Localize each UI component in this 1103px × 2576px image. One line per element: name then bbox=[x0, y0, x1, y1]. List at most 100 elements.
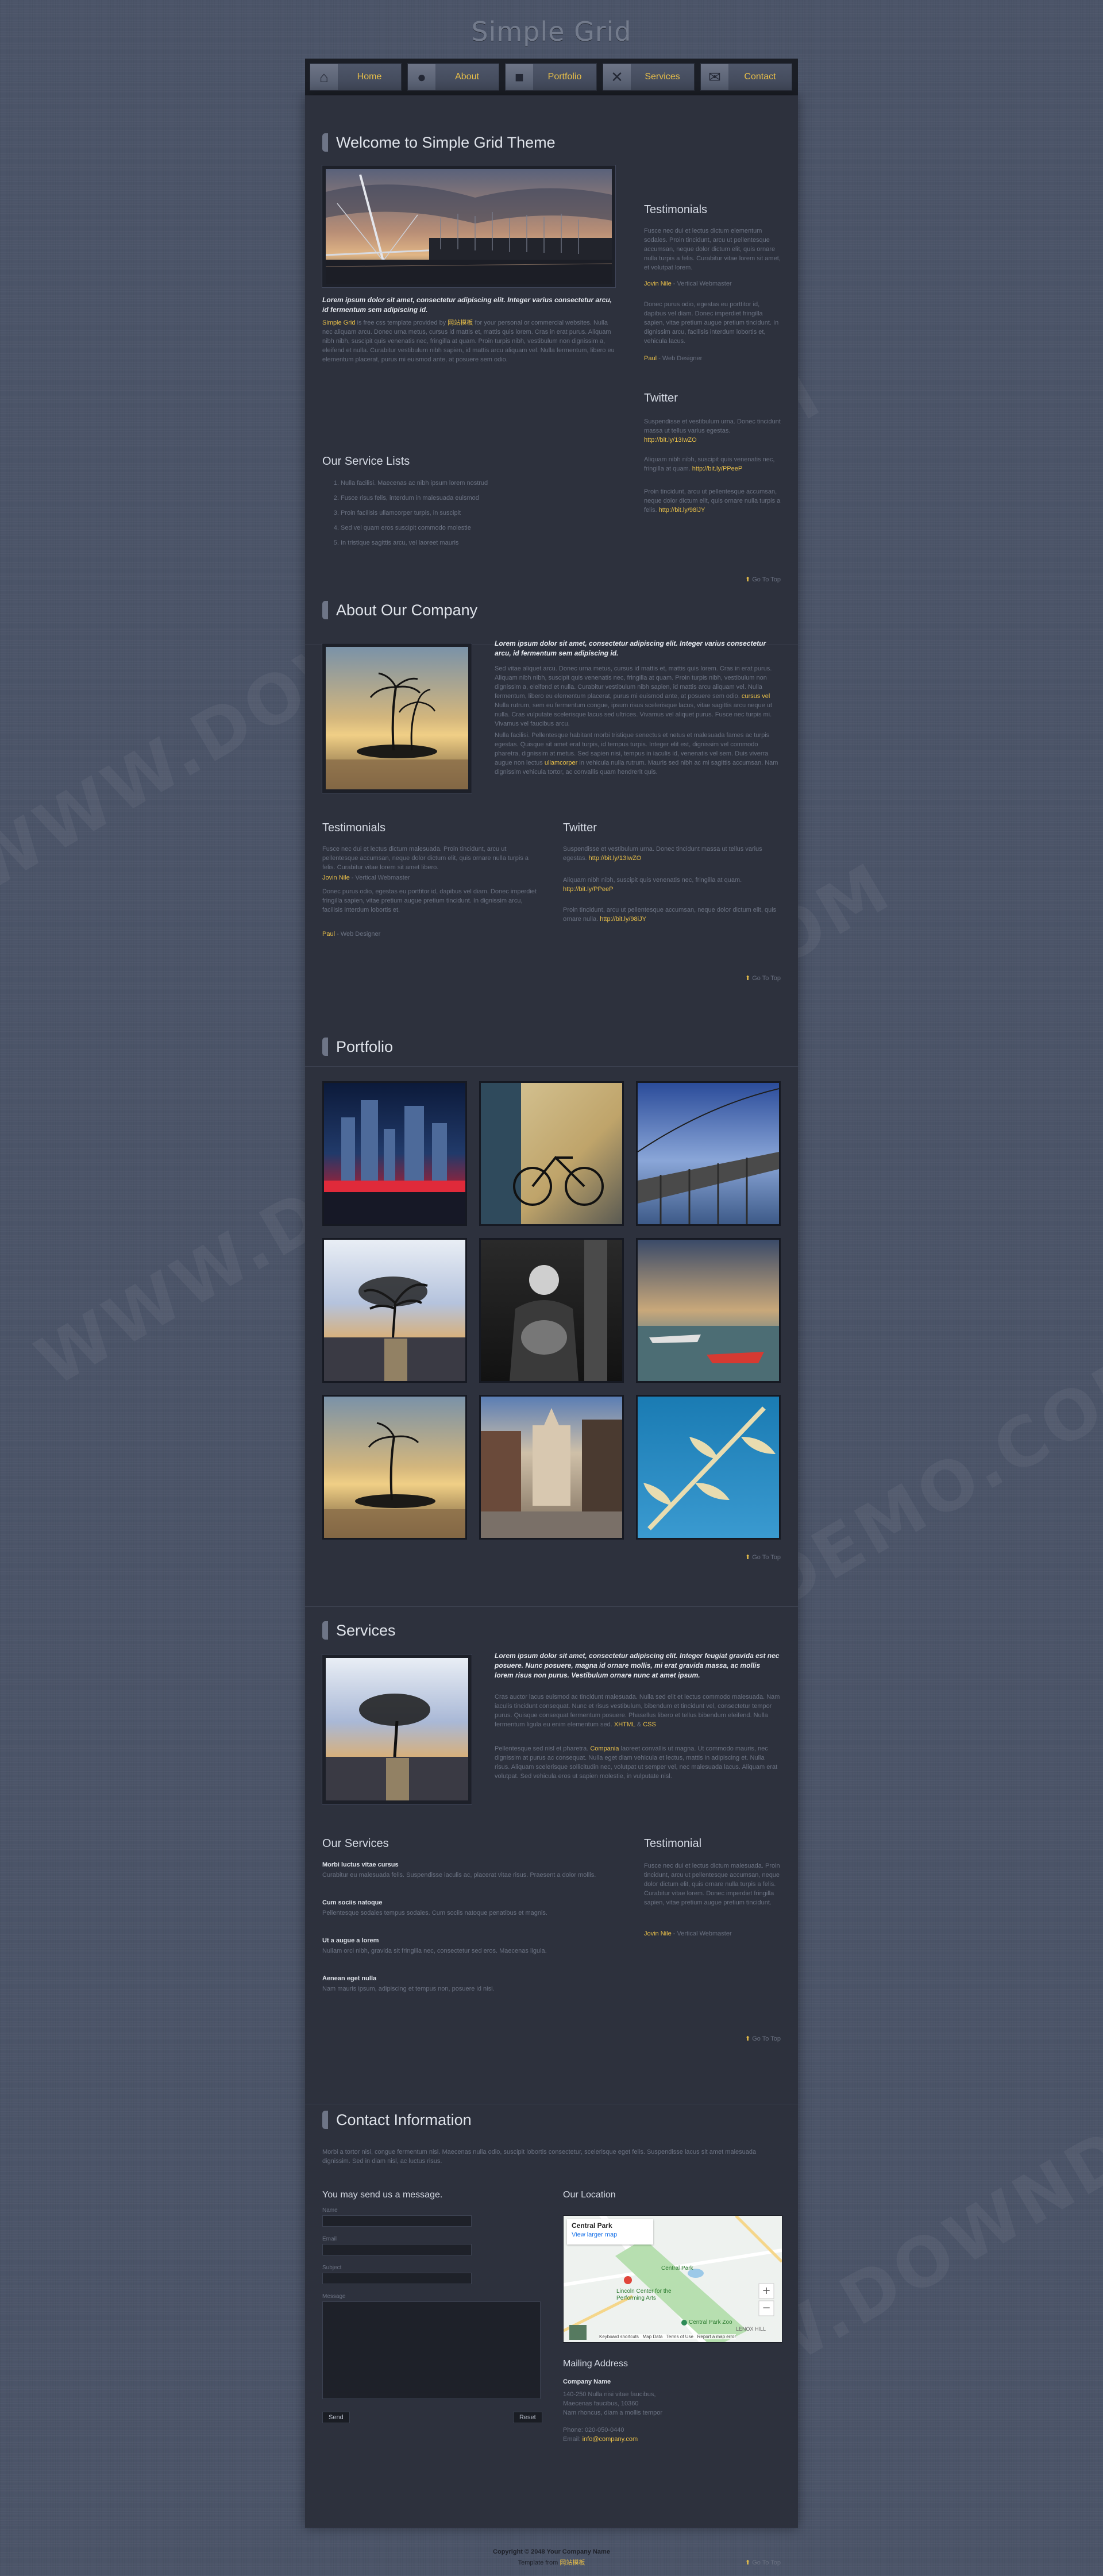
nav-services[interactable]: ✕ Services bbox=[603, 63, 695, 91]
css-link[interactable]: CSS bbox=[643, 1721, 656, 1728]
tweet: Aliquam nibh nibh, suscipit quis venenat… bbox=[644, 455, 782, 473]
nav-portfolio[interactable]: ■ Portfolio bbox=[505, 63, 597, 91]
about-text: Nulla rutrum, sem eu fermentum congue, i… bbox=[495, 702, 772, 727]
about-text: Sed vitae aliquet arcu. Donec urna metus… bbox=[495, 665, 772, 700]
tweet: Proin tincidunt, arcu ut pellentesque ac… bbox=[563, 905, 781, 924]
author-name[interactable]: Paul bbox=[322, 931, 335, 938]
view-larger-map-link[interactable]: View larger map bbox=[572, 2231, 649, 2238]
nav-label: Portfolio bbox=[547, 72, 582, 82]
address-line: 140-250 Nulla nisi vitae faucibus, bbox=[563, 2391, 656, 2398]
title-bar-icon bbox=[322, 1038, 328, 1056]
site-title[interactable]: Simple Grid bbox=[0, 16, 1103, 47]
portfolio-item-city-night[interactable] bbox=[322, 1081, 467, 1226]
map-info-card: Central Park View larger map bbox=[567, 2219, 653, 2245]
author-name[interactable]: Jovin Nile bbox=[644, 280, 672, 287]
go-top-link[interactable]: ⬆ Go To Top bbox=[745, 974, 781, 982]
title-bar-icon bbox=[322, 601, 328, 619]
ampersand: & bbox=[637, 1721, 642, 1728]
portfolio-item-pier[interactable] bbox=[636, 1081, 781, 1226]
go-top-link[interactable]: ⬆ Go To Top bbox=[745, 2035, 781, 2042]
message-label: Message bbox=[322, 2293, 346, 2300]
section-portfolio: Portfolio ⬆ Go To Top bbox=[305, 1038, 798, 1607]
xhtml-link[interactable]: XHTML bbox=[614, 1721, 635, 1728]
author-name[interactable]: Paul bbox=[644, 355, 657, 362]
tweet-link[interactable]: http://bit.ly/PPeeP bbox=[692, 465, 742, 472]
briefcase-icon: ■ bbox=[506, 64, 533, 90]
nav-home[interactable]: ⌂ Home bbox=[310, 63, 402, 91]
leaves-image bbox=[643, 1406, 776, 1530]
services-paragraph: Pellentesque sed nisl et pharetra. Compa… bbox=[495, 1744, 781, 1781]
tweet: Suspendisse et vestibulum urna. Donec ti… bbox=[563, 844, 781, 863]
tools-icon: ✕ bbox=[603, 64, 631, 90]
tree-water-image bbox=[324, 1277, 465, 1381]
simple-grid-link[interactable]: Simple Grid bbox=[322, 319, 355, 326]
zoom-out-icon: − bbox=[762, 2302, 770, 2314]
go-top-link[interactable]: ⬆ Go To Top bbox=[745, 576, 781, 583]
palm-island-photo bbox=[322, 643, 472, 793]
compania-link[interactable]: Compania bbox=[590, 1745, 619, 1752]
zoom-in-icon: + bbox=[762, 2285, 770, 2297]
arrow-up-icon: ⬆ bbox=[745, 576, 751, 583]
service-text: Nullam orci nibh, gravida sit fringilla … bbox=[322, 1948, 547, 1954]
testimonial-text: Donec purus odio, egestas eu porttitor i… bbox=[644, 301, 779, 345]
nav-about[interactable]: ● About bbox=[407, 63, 499, 91]
portfolio-item-bicycle[interactable] bbox=[479, 1081, 624, 1226]
list-item: Nulla facilisi. Maecenas ac nibh ipsum l… bbox=[341, 476, 616, 491]
portfolio-item-boats[interactable] bbox=[636, 1238, 781, 1383]
go-top-link[interactable]: ⬆ Go To Top bbox=[745, 1553, 781, 1561]
section-home: Welcome to Simple Grid Theme Lorem ipsum… bbox=[305, 133, 798, 645]
about-lead: Lorem ipsum dolor sit amet, consectetur … bbox=[495, 639, 766, 657]
portfolio-item-leaves[interactable] bbox=[636, 1395, 781, 1540]
arrow-up-icon: ⬆ bbox=[745, 975, 751, 982]
template-link[interactable]: 网站模板 bbox=[448, 319, 473, 326]
subject-field[interactable] bbox=[322, 2273, 472, 2284]
author-role: - Web Designer bbox=[658, 355, 703, 362]
twitter-title: Twitter bbox=[563, 822, 597, 834]
portfolio-item-tree-water[interactable] bbox=[322, 1238, 467, 1383]
message-textarea[interactable] bbox=[322, 2301, 541, 2399]
testimonial-author: Paul - Web Designer bbox=[322, 930, 541, 939]
nav-contact[interactable]: ✉ Contact bbox=[700, 63, 792, 91]
service-list-title: Our Service Lists bbox=[322, 455, 410, 468]
tweet-link[interactable]: http://bit.ly/13IwZO bbox=[644, 437, 697, 444]
author-name[interactable]: Jovin Nile bbox=[322, 874, 350, 881]
about-link[interactable]: ullamcorper bbox=[545, 759, 577, 766]
portfolio-item-street[interactable] bbox=[479, 1395, 624, 1540]
form-title: You may send us a message. bbox=[322, 2190, 443, 2200]
arrow-up-icon: ⬆ bbox=[745, 1554, 751, 1561]
email-link[interactable]: info@company.com bbox=[583, 2436, 638, 2443]
palm-island-image bbox=[326, 647, 468, 789]
author-name[interactable]: Jovin Nile bbox=[644, 1930, 672, 1937]
list-item: Proin facilisis ullamcorper turpis, in s… bbox=[341, 506, 616, 520]
testimonials-title: Testimonials bbox=[644, 203, 708, 216]
page-title: Contact Information bbox=[336, 2111, 472, 2128]
location-map[interactable]: + − Central Park View larger map Central… bbox=[563, 2215, 782, 2343]
tweet-link[interactable]: http://bit.ly/98iJY bbox=[659, 507, 705, 514]
reset-button[interactable]: Reset bbox=[513, 2412, 542, 2423]
title-bar-icon bbox=[322, 1621, 328, 1640]
service-item: Ut a augue a lorem Nullam orci nibh, gra… bbox=[322, 1937, 610, 1975]
services-lead: Lorem ipsum dolor sit amet, consectetur … bbox=[495, 1652, 780, 1679]
service-text: Nam mauris ipsum, adipiscing et tempus n… bbox=[322, 1985, 495, 1992]
send-button[interactable]: Send bbox=[322, 2412, 350, 2423]
name-field[interactable] bbox=[322, 2215, 472, 2227]
credit-link[interactable]: 网站模板 bbox=[560, 2559, 585, 2566]
map-footer[interactable]: Keyboard shortcuts Map Data Terms of Use… bbox=[599, 2334, 736, 2339]
nav-label: Contact bbox=[744, 72, 776, 82]
address: 140-250 Nulla nisi vitae faucibus, Maece… bbox=[563, 2390, 781, 2417]
map-label: Lincoln Center for the Performing Arts bbox=[616, 2288, 672, 2301]
portfolio-item-guitarist[interactable] bbox=[479, 1238, 624, 1383]
map-label: LENOX HILL bbox=[736, 2326, 766, 2332]
service-text: Pellentesque sodales tempus sodales. Cum… bbox=[322, 1910, 547, 1916]
about-link[interactable]: cursus vel bbox=[742, 693, 770, 700]
company-name: Company Name bbox=[563, 2378, 611, 2385]
home-body: Simple Grid is free css template provide… bbox=[322, 318, 615, 364]
tweet-link[interactable]: http://bit.ly/98iJY bbox=[600, 916, 646, 923]
subject-label: Subject bbox=[322, 2265, 342, 2271]
section-title: Welcome to Simple Grid Theme bbox=[322, 133, 556, 152]
portfolio-item-palm-island[interactable] bbox=[322, 1395, 467, 1540]
email-field[interactable] bbox=[322, 2244, 472, 2255]
tweet-link[interactable]: http://bit.ly/PPeeP bbox=[563, 886, 613, 893]
main-nav: ⌂ Home ● About ■ Portfolio ✕ Services ✉ … bbox=[305, 59, 798, 96]
tweet-link[interactable]: http://bit.ly/13IwZO bbox=[589, 855, 642, 862]
